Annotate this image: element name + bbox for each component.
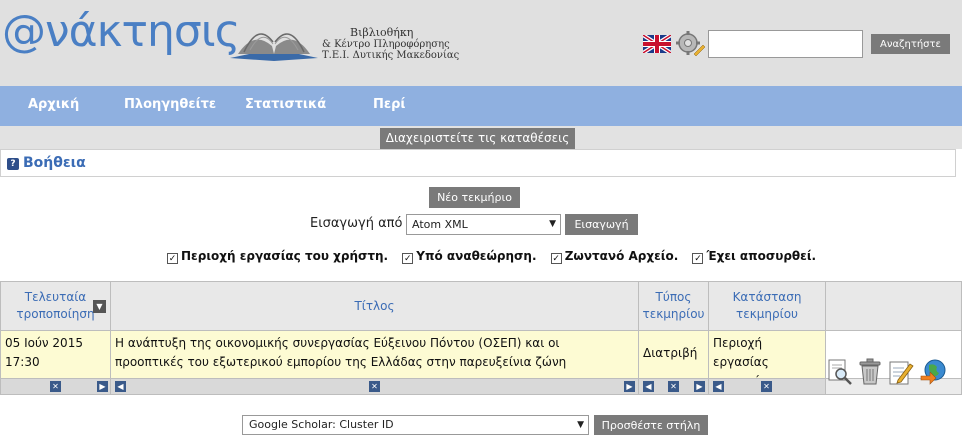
help-bar: ? Βοήθεια: [0, 149, 956, 177]
new-item-button[interactable]: Νέο τεκμήριο: [429, 187, 520, 208]
library-institution: Τ.Ε.Ι. Δυτικής Μακεδονίας: [322, 50, 460, 61]
deposit-icon[interactable]: [920, 358, 946, 386]
add-column-button[interactable]: Προσθέστε στήλη: [594, 415, 708, 435]
book-logo-icon: [230, 33, 318, 61]
column-controls-title: ◀ ✕ ▶: [110, 378, 639, 395]
filter-deletion[interactable]: ✓ Έχει αποσυρθεί.: [692, 249, 816, 264]
preview-icon[interactable]: [827, 358, 853, 386]
main-nav: Αρχική Πλοηγηθείτε Στατιστικά Περί: [0, 86, 962, 126]
import-label: Εισαγωγή από: [310, 216, 403, 231]
search-button[interactable]: Αναζητήστε: [871, 34, 950, 54]
move-right-icon[interactable]: ▶: [97, 381, 108, 392]
sort-descending-icon[interactable]: ▼: [93, 300, 106, 313]
trash-icon[interactable]: [857, 358, 883, 386]
main-content: ? Βοήθεια Νέο τεκμήριο Εισαγωγή από Atom…: [0, 149, 962, 438]
tab-manage-deposits[interactable]: Διαχειριστείτε τις καταθέσεις: [380, 128, 575, 149]
header: @νάκτησις Βιβλιοθήκη & Κέντρο Πληροφόρησ…: [0, 0, 962, 86]
nav-item-browse[interactable]: Πλοηγηθείτε: [124, 97, 216, 112]
move-right-icon[interactable]: ▶: [624, 381, 635, 392]
add-column-value: Google Scholar: Cluster ID: [249, 418, 394, 431]
site-logo[interactable]: @νάκτησις: [2, 6, 240, 57]
import-format-value: Atom XML: [412, 218, 468, 231]
table-row-date: 05 Ιούν 2015 17:30: [0, 330, 111, 379]
help-icon[interactable]: ?: [7, 158, 19, 170]
import-format-select[interactable]: Atom XML ▼: [406, 214, 561, 235]
nav-item-home[interactable]: Αρχική: [28, 97, 79, 112]
checkbox-archive[interactable]: ✓: [550, 253, 562, 264]
remove-column-icon[interactable]: ✕: [761, 381, 772, 392]
remove-column-icon[interactable]: ✕: [369, 381, 380, 392]
table-row-title: Η ανάπτυξη της οικονομικής συνεργασίας Ε…: [110, 330, 639, 379]
english-flag-icon[interactable]: [643, 35, 671, 53]
checkbox-buffer[interactable]: ✓: [402, 253, 414, 264]
column-header-title[interactable]: Τίτλος: [110, 281, 639, 331]
library-subtitle: & Κέντρο Πληροφόρησης: [322, 39, 450, 50]
add-column-select[interactable]: Google Scholar: Cluster ID ▼: [242, 415, 589, 435]
help-link[interactable]: Βοήθεια: [23, 155, 86, 171]
remove-column-icon[interactable]: ✕: [668, 381, 679, 392]
checkbox-inbox[interactable]: ✓: [167, 253, 178, 264]
column-header-item-type[interactable]: Τύπος τεκμηρίου: [638, 281, 709, 331]
table-row-status: Περιοχή εργασίαςτου χρήστη: [708, 330, 826, 388]
column-header-last-modified[interactable]: Τελευταία τροποποίηση ▼: [0, 281, 111, 331]
move-left-icon[interactable]: ◀: [115, 381, 126, 392]
chevron-down-icon: ▼: [577, 420, 584, 430]
column-controls-date: ✕ ▶: [0, 378, 111, 395]
nav-item-about[interactable]: Περί: [373, 97, 406, 112]
column-header-item-status[interactable]: Κατάσταση τεκμηρίου: [708, 281, 826, 331]
chevron-down-icon: ▼: [549, 219, 556, 229]
import-button[interactable]: Εισαγωγή: [565, 214, 638, 235]
move-right-icon[interactable]: ▶: [694, 381, 705, 392]
move-left-icon[interactable]: ◀: [643, 381, 654, 392]
search-input[interactable]: [708, 30, 863, 58]
settings-gear-icon[interactable]: [675, 30, 705, 58]
nav-item-statistics[interactable]: Στατιστικά: [245, 97, 326, 112]
library-name: Βιβλιοθήκη: [350, 26, 414, 39]
edit-icon[interactable]: [888, 358, 914, 386]
checkbox-deletion[interactable]: ✓: [692, 253, 704, 264]
remove-column-icon[interactable]: ✕: [50, 381, 61, 392]
table-row-type: Διατριβή: [638, 330, 709, 379]
filter-buffer[interactable]: ✓ Υπό αναθεώρηση.: [402, 249, 537, 264]
column-controls-type: ◀ ✕ ▶: [638, 378, 709, 395]
column-controls-status: ◀ ✕: [708, 378, 826, 395]
filter-archive[interactable]: ✓ Ζωντανό Αρχείο.: [550, 249, 678, 264]
filter-checkboxes: ✓ Περιοχή εργασίας του χρήστη. ✓ Υπό αναθε…: [167, 249, 826, 264]
move-left-icon[interactable]: ◀: [713, 381, 724, 392]
column-header-actions: [825, 281, 962, 331]
filter-inbox[interactable]: ✓ Περιοχή εργασίας του χρήστη.: [167, 249, 388, 264]
